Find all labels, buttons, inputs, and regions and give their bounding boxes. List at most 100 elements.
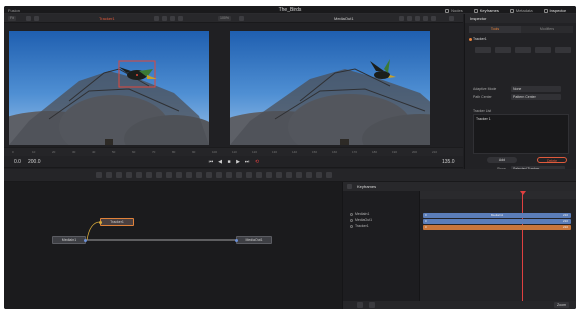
right-lut-icon[interactable] <box>415 16 420 21</box>
camera-icon[interactable] <box>266 172 272 178</box>
keyframe-bar-tracker1[interactable]: 0 210 <box>423 225 571 230</box>
keyframes-header: Keyframes <box>343 182 576 191</box>
playhead[interactable] <box>522 191 523 301</box>
visibility-icon[interactable] <box>350 224 353 228</box>
kf-item-mediain1[interactable]: MediaIn1 <box>350 212 369 216</box>
end-frame[interactable]: 200.0 <box>28 159 41 165</box>
output-port-icon[interactable] <box>84 239 87 242</box>
tracker-list-item[interactable]: Tracker 1 <box>476 117 491 121</box>
node-mediaout1[interactable]: MediaOut1 <box>235 236 272 244</box>
cornerpin-icon[interactable] <box>226 172 232 178</box>
merge-icon[interactable] <box>126 172 132 178</box>
viewer-icon[interactable] <box>316 172 322 178</box>
tab-tools[interactable]: Tools <box>469 26 521 33</box>
right-more-icon[interactable] <box>431 16 436 21</box>
play-button[interactable]: ▶ <box>235 159 241 165</box>
delete-tracker-button[interactable]: Delete <box>537 157 567 163</box>
curves-icon[interactable] <box>196 172 202 178</box>
stop-tracking-button[interactable] <box>515 47 531 53</box>
node-editor[interactable]: MediaIn1 Tracker1 MediaOut1 <box>4 182 342 309</box>
keyframes-icon <box>473 8 478 13</box>
keyer-icon[interactable] <box>216 172 222 178</box>
color-icon[interactable] <box>162 16 167 21</box>
track-forward-from-start-button[interactable] <box>555 47 571 53</box>
left-view-options-icon[interactable] <box>26 16 31 21</box>
paint-icon[interactable] <box>106 172 112 178</box>
bspline-icon[interactable] <box>156 172 162 178</box>
track-forward-button[interactable] <box>535 47 551 53</box>
loader-icon[interactable] <box>296 172 302 178</box>
keyframes-timeline[interactable]: 0 MediaIn1 210 0 210 0 210 <box>419 191 576 301</box>
3d-icon[interactable] <box>256 172 262 178</box>
text-icon[interactable] <box>116 172 122 178</box>
tab-inspector[interactable]: Inspector <box>540 7 570 14</box>
right-roi-icon[interactable] <box>399 16 404 21</box>
left-zoom-select[interactable]: Fit <box>8 16 16 21</box>
node-tracker1[interactable]: Tracker1 <box>99 218 134 226</box>
keyframe-bar-mediaout1[interactable]: 0 210 <box>423 219 571 224</box>
particles-icon[interactable] <box>236 172 242 178</box>
tracker-icon[interactable] <box>206 172 212 178</box>
go-to-end-button[interactable]: ⏭ <box>244 159 250 165</box>
lut-icon[interactable] <box>170 16 175 21</box>
time-ruler[interactable]: 0 10 20 30 40 50 60 70 80 90 100 110 120 130 140 150 160… <box>4 147 463 156</box>
left-viewer[interactable] <box>4 23 226 147</box>
start-frame[interactable]: 0.0 <box>14 159 21 165</box>
blur-icon[interactable] <box>176 172 182 178</box>
inspector-tabs: Tools Modifiers <box>469 26 573 33</box>
tab-metadata[interactable]: Metadata <box>506 7 537 14</box>
settings-icon[interactable] <box>326 172 332 178</box>
adaptive-mode-select[interactable]: None <box>511 86 561 92</box>
ruler-tick-label: 60 <box>132 150 136 154</box>
renderer-icon[interactable] <box>286 172 292 178</box>
roi-icon[interactable] <box>154 16 159 21</box>
right-color-icon[interactable] <box>407 16 412 21</box>
tab-keyframes[interactable]: Keyframes <box>470 7 503 14</box>
add-tracker-button[interactable]: Add <box>487 157 517 163</box>
polygon-icon[interactable] <box>146 172 152 178</box>
right-zoom-select[interactable]: 100% <box>218 16 231 21</box>
right-viewer[interactable] <box>226 23 463 147</box>
path-center-select[interactable]: Pattern Center <box>511 94 561 100</box>
transform-icon[interactable] <box>166 172 172 178</box>
tracker-list[interactable]: Tracker 1 <box>473 114 569 154</box>
saver-icon[interactable] <box>306 172 312 178</box>
right-view-options-icon[interactable] <box>239 16 244 21</box>
light-icon[interactable] <box>276 172 282 178</box>
track-back-button[interactable] <box>495 47 511 53</box>
loop-button[interactable]: ⟲ <box>254 159 260 165</box>
keyframes-menu-icon[interactable] <box>347 184 352 189</box>
color-corrector-icon[interactable] <box>186 172 192 178</box>
ruler-tick-label: 180 <box>372 150 378 154</box>
zoom-select[interactable]: Zoom <box>554 302 569 308</box>
node-mediain1[interactable]: MediaIn1 <box>52 236 87 244</box>
input-port-icon[interactable] <box>235 239 238 242</box>
tab-nodes[interactable]: Nodes <box>441 7 467 14</box>
tool-enable-icon[interactable] <box>469 38 472 41</box>
track-reverse-button[interactable] <box>475 47 491 53</box>
playhead-handle-icon[interactable] <box>520 191 526 195</box>
background-icon[interactable] <box>96 172 102 178</box>
keyframe-bar-mediain1[interactable]: 0 MediaIn1 210 <box>423 213 571 218</box>
mask-icon[interactable] <box>136 172 142 178</box>
stop-button[interactable]: ■ <box>226 159 232 165</box>
spreadsheet-icon[interactable] <box>369 302 375 308</box>
left-channel-icon[interactable] <box>34 16 39 21</box>
visibility-icon[interactable] <box>350 218 353 222</box>
input-port-icon[interactable] <box>99 221 102 224</box>
right-menu-icon[interactable] <box>449 16 454 21</box>
node-connections <box>86 221 236 241</box>
tab-modifiers[interactable]: Modifiers <box>521 26 573 33</box>
tool-header[interactable]: Tracker1 <box>469 36 573 43</box>
go-to-start-button[interactable]: ⏮ <box>208 159 214 165</box>
play-reverse-button[interactable]: ◀ <box>217 159 223 165</box>
current-frame[interactable]: 135.0 <box>442 159 455 165</box>
shape-icon[interactable] <box>246 172 252 178</box>
keyframes-ruler[interactable] <box>420 191 576 199</box>
visibility-icon[interactable] <box>350 212 353 216</box>
gamma-icon[interactable] <box>178 16 183 21</box>
right-gamma-icon[interactable] <box>423 16 428 21</box>
filter-icon[interactable] <box>357 302 363 308</box>
kf-item-mediaout1[interactable]: MediaOut1 <box>350 218 372 222</box>
kf-item-tracker1[interactable]: Tracker1 <box>350 224 369 228</box>
